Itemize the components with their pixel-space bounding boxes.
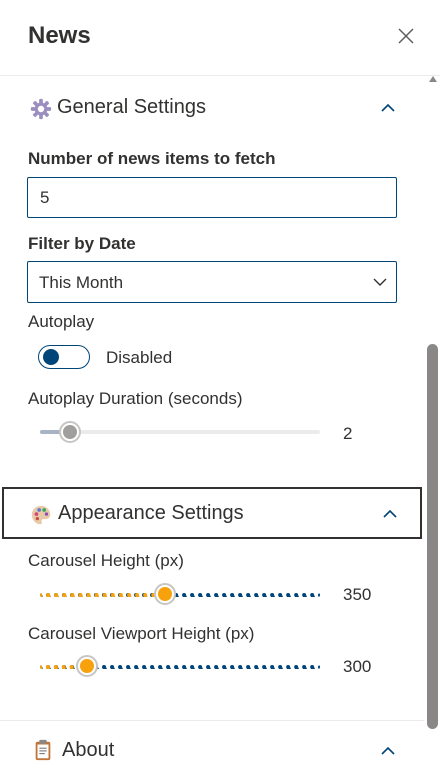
slider-fill bbox=[40, 593, 165, 597]
filter-by-date-value: This Month bbox=[39, 273, 124, 292]
appearance-settings-header[interactable]: Appearance Settings bbox=[2, 487, 422, 539]
chevron-up-icon[interactable] bbox=[382, 508, 398, 520]
carousel-height-slider[interactable] bbox=[40, 582, 320, 606]
items-count-input[interactable] bbox=[28, 178, 396, 217]
filter-by-date-label: Filter by Date bbox=[28, 234, 136, 253]
filter-by-date-dropdown[interactable]: This Month bbox=[27, 261, 397, 303]
autoplay-label: Autoplay bbox=[28, 312, 95, 331]
slider-rail bbox=[40, 430, 320, 434]
close-icon[interactable] bbox=[396, 26, 416, 46]
gear-icon bbox=[30, 98, 52, 120]
slider-thumb[interactable] bbox=[76, 655, 98, 677]
about-header[interactable]: About bbox=[0, 720, 424, 773]
carousel-height-label: Carousel Height (px) bbox=[28, 551, 184, 570]
carousel-height-value: 350 bbox=[343, 585, 372, 604]
slider-thumb[interactable] bbox=[154, 583, 176, 605]
carousel-viewport-height-slider[interactable] bbox=[40, 654, 320, 678]
autoplay-toggle[interactable] bbox=[38, 345, 90, 369]
panel-title: News bbox=[28, 22, 91, 49]
carousel-viewport-height-label: Carousel Viewport Height (px) bbox=[28, 624, 255, 643]
general-settings-header[interactable]: General Settings bbox=[0, 80, 424, 136]
chevron-up-icon[interactable] bbox=[380, 745, 396, 757]
items-count-field[interactable] bbox=[27, 177, 397, 218]
slider-thumb[interactable] bbox=[59, 421, 81, 443]
autoplay-duration-slider[interactable] bbox=[40, 420, 320, 444]
scroll-up-arrow-icon[interactable] bbox=[427, 72, 439, 84]
chevron-down-icon bbox=[373, 278, 387, 286]
about-title: About bbox=[62, 739, 115, 761]
autoplay-state: Disabled bbox=[106, 348, 173, 367]
palette-icon bbox=[31, 505, 51, 525]
autoplay-duration-label: Autoplay Duration (seconds) bbox=[28, 389, 243, 408]
general-settings-title: General Settings bbox=[57, 96, 206, 118]
scrollbar-thumb[interactable] bbox=[427, 344, 438, 729]
panel-header: News bbox=[0, 0, 440, 76]
clipboard-icon bbox=[35, 739, 51, 761]
carousel-viewport-height-value: 300 bbox=[343, 657, 372, 676]
autoplay-duration-value: 2 bbox=[343, 424, 353, 443]
items-count-label: Number of news items to fetch bbox=[28, 149, 276, 168]
appearance-settings-title: Appearance Settings bbox=[58, 502, 244, 524]
toggle-knob bbox=[43, 349, 59, 365]
chevron-up-icon[interactable] bbox=[380, 102, 396, 114]
